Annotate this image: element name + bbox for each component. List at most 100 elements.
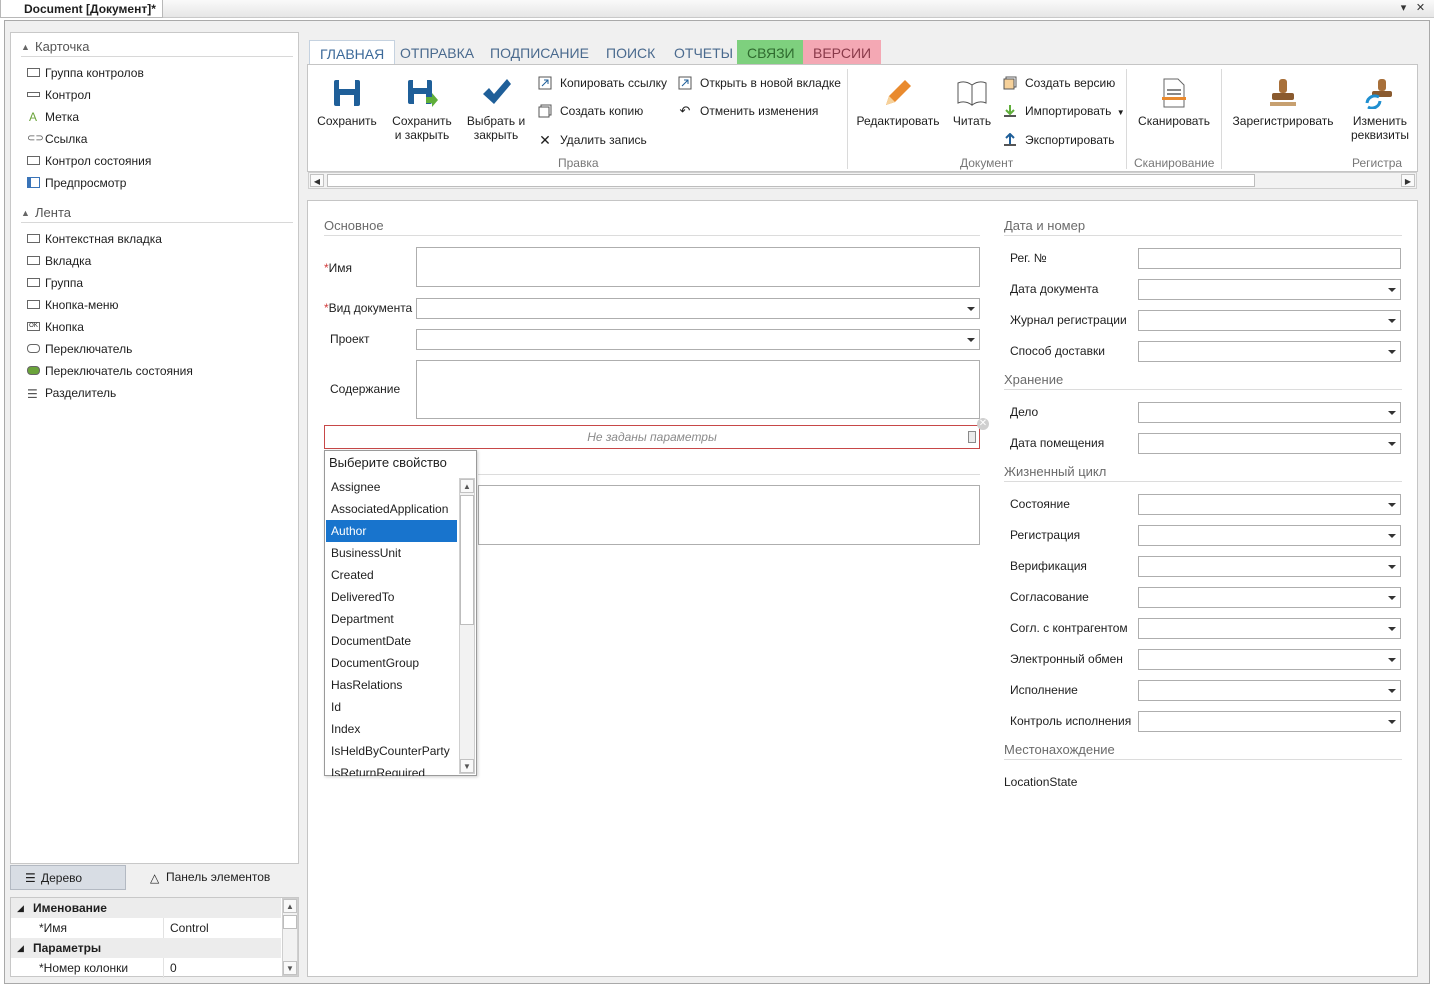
section-ribbon[interactable]: ▲ Лента	[21, 203, 293, 223]
choose-and-close-button[interactable]: Выбрать и закрыть	[461, 77, 531, 142]
chevron-down-icon[interactable]	[1388, 533, 1396, 538]
document-tab[interactable]: Document [Документ]*	[0, 0, 163, 18]
chevron-down-icon[interactable]	[1388, 564, 1396, 569]
tab-search[interactable]: ПОИСК	[596, 40, 665, 64]
toolbox-item-state-control[interactable]: Контрол состояния	[27, 151, 151, 171]
cancel-changes-button[interactable]: ↶ Отменить изменения	[678, 102, 819, 120]
list-item[interactable]: Department	[326, 608, 457, 630]
doc-type-select[interactable]	[416, 298, 980, 319]
delete-record-button[interactable]: ✕ Удалить запись	[538, 131, 647, 149]
list-item-selected[interactable]: Author	[326, 520, 457, 542]
create-version-button[interactable]: Создать версию	[1003, 74, 1115, 92]
scroll-down-icon[interactable]: ▼	[460, 759, 474, 773]
toolbox-item-control[interactable]: Контрол	[27, 85, 91, 105]
tab-sign[interactable]: ПОДПИСАНИЕ	[480, 40, 599, 64]
tab-tree[interactable]: ☰ Дерево	[10, 865, 126, 890]
collapse-icon[interactable]: ▲	[21, 203, 30, 223]
tab-elements-panel[interactable]: △ Панель элементов	[136, 865, 299, 890]
tab-main[interactable]: ГЛАВНАЯ	[309, 40, 396, 64]
chevron-down-icon[interactable]: ▼	[1117, 108, 1125, 117]
parameters-field[interactable]: Не заданы параметры ✕	[324, 418, 989, 449]
toolbox-item-link[interactable]: ⊂⊃ Ссылка	[27, 129, 87, 149]
state-select[interactable]	[1138, 494, 1401, 515]
register-button[interactable]: Зарегистрировать	[1228, 77, 1338, 128]
edi-select[interactable]	[1138, 649, 1401, 670]
tab-reports[interactable]: ОТЧЕТЫ	[664, 40, 743, 64]
ribbon-scrollbar[interactable]: ◀ ▶	[308, 172, 1417, 189]
list-item[interactable]: Assignee	[326, 476, 457, 498]
toolbox-item-menu-button[interactable]: Кнопка-меню	[27, 295, 119, 315]
list-item[interactable]: Created	[326, 564, 457, 586]
project-select[interactable]	[416, 329, 980, 350]
chevron-down-icon[interactable]	[1388, 318, 1396, 323]
import-button[interactable]: Импортировать ▼	[1003, 102, 1125, 120]
registration-select[interactable]	[1138, 525, 1401, 546]
toolbox-item-context-tab[interactable]: Контекстная вкладка	[27, 229, 162, 249]
chevron-down-icon[interactable]	[1388, 719, 1396, 724]
list-item[interactable]: DocumentGroup	[326, 652, 457, 674]
toolbox-item-tab[interactable]: Вкладка	[27, 251, 91, 271]
doc-date-select[interactable]	[1138, 279, 1401, 300]
toolbox-item-toggle[interactable]: Переключатель	[27, 339, 132, 359]
tab-send[interactable]: ОТПРАВКА	[390, 40, 484, 64]
scroll-thumb[interactable]	[460, 495, 474, 625]
scroll-up-icon[interactable]: ▲	[283, 899, 297, 913]
scroll-right-icon[interactable]: ▶	[1401, 174, 1415, 187]
list-item[interactable]: BusinessUnit	[326, 542, 457, 564]
chevron-down-icon[interactable]	[1388, 410, 1396, 415]
section-card[interactable]: ▲ Карточка	[21, 37, 293, 57]
name-field[interactable]	[416, 247, 980, 287]
placement-date-select[interactable]	[1138, 433, 1401, 454]
scroll-thumb[interactable]	[327, 174, 1255, 187]
execution-select[interactable]	[1138, 680, 1401, 701]
approval-counterparty-select[interactable]	[1138, 618, 1401, 639]
save-button[interactable]: Сохранить	[312, 77, 382, 128]
chevron-down-icon[interactable]	[967, 337, 975, 342]
props-scrollbar[interactable]: ▲ ▼	[282, 898, 298, 976]
popup-scrollbar[interactable]: ▲ ▼	[459, 478, 475, 774]
chevron-down-icon[interactable]	[1388, 657, 1396, 662]
chevron-down-icon[interactable]	[1388, 287, 1396, 292]
list-item[interactable]: Index	[326, 718, 457, 740]
scroll-down-icon[interactable]: ▼	[283, 961, 297, 975]
list-item[interactable]: IsHeldByCounterParty	[326, 740, 457, 762]
toolbox-item-control-group[interactable]: Группа контролов	[27, 63, 144, 83]
scroll-thumb[interactable]	[283, 915, 297, 929]
tab-versions[interactable]: ВЕРСИИ	[803, 40, 882, 64]
list-item[interactable]: AssociatedApplication	[326, 498, 457, 520]
toolbox-item-group[interactable]: Группа	[27, 273, 83, 293]
chevron-down-icon[interactable]	[1388, 349, 1396, 354]
content-field[interactable]	[416, 360, 980, 419]
save-and-close-button[interactable]: Сохранить и закрыть	[387, 77, 457, 142]
collapse-icon[interactable]: ◢	[17, 898, 24, 918]
chevron-down-icon[interactable]	[1388, 626, 1396, 631]
toolbox-item-state-toggle[interactable]: Переключатель состояния	[27, 361, 193, 381]
prop-group-params[interactable]: ◢ Параметры	[11, 938, 281, 958]
exec-control-select[interactable]	[1138, 711, 1401, 732]
text-area-field[interactable]	[478, 485, 980, 545]
scroll-up-icon[interactable]: ▲	[460, 479, 474, 493]
prop-value-input[interactable]: Control	[163, 918, 281, 938]
chevron-down-icon[interactable]	[1388, 688, 1396, 693]
prop-value-input[interactable]: 0	[163, 958, 281, 978]
chevron-down-icon[interactable]	[1388, 502, 1396, 507]
chevron-down-icon[interactable]	[967, 306, 975, 311]
export-button[interactable]: Экспортировать	[1003, 131, 1115, 149]
toolbox-item-separator[interactable]: ☰ Разделитель	[27, 383, 116, 403]
close-icon[interactable]: ✕	[1414, 2, 1427, 15]
parameters-button[interactable]	[968, 431, 976, 443]
toolbox-item-label[interactable]: A Метка	[27, 107, 79, 127]
reg-no-field[interactable]	[1138, 248, 1401, 269]
toolbox-item-button[interactable]: OK Кнопка	[27, 317, 84, 337]
create-copy-button[interactable]: Создать копию	[538, 102, 643, 120]
scroll-left-icon[interactable]: ◀	[310, 174, 324, 187]
list-item[interactable]: IsReturnRequired	[326, 762, 457, 776]
case-select[interactable]	[1138, 402, 1401, 423]
copy-link-button[interactable]: Копировать ссылку	[538, 74, 667, 92]
list-item[interactable]: HasRelations	[326, 674, 457, 696]
toolbox-item-preview[interactable]: Предпросмотр	[27, 173, 126, 193]
dropdown-icon[interactable]: ▾	[1397, 2, 1410, 15]
open-new-tab-button[interactable]: Открыть в новой вкладке	[678, 74, 841, 92]
prop-group-naming[interactable]: ◢ Именование	[11, 898, 281, 918]
list-item[interactable]: Id	[326, 696, 457, 718]
